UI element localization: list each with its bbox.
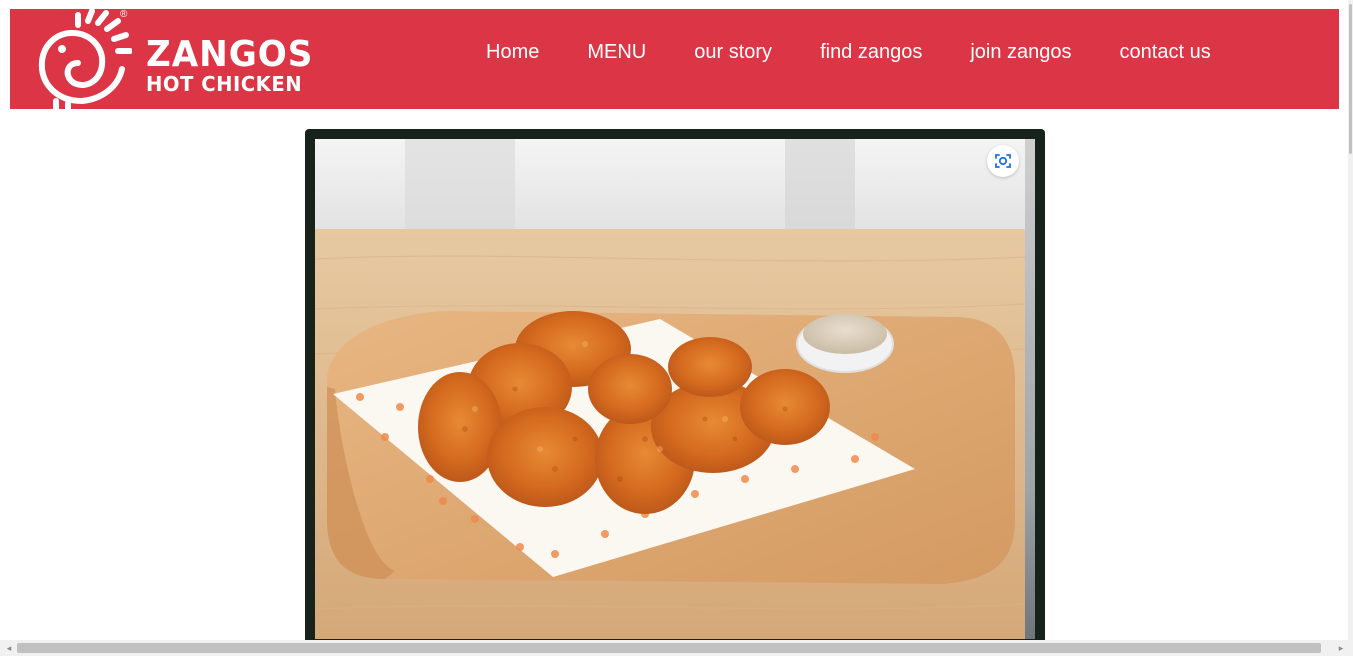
site-header: ® ZANGOS HOT CHICKEN Home MENU our story… xyxy=(10,9,1339,109)
nav-contact-us[interactable]: contact us xyxy=(1120,39,1211,65)
vertical-scroll-thumb[interactable] xyxy=(1349,4,1352,154)
hero-image-frame xyxy=(305,129,1045,649)
scroll-left-icon[interactable]: ◂ xyxy=(3,642,15,654)
fried-chicken-photo xyxy=(315,139,1025,639)
brand-tagline: HOT CHICKEN xyxy=(146,72,303,96)
main-nav: Home MENU our story find zangos join zan… xyxy=(486,39,1211,65)
nav-join-zangos[interactable]: join zangos xyxy=(970,39,1071,65)
registered-mark: ® xyxy=(120,9,128,20)
brand-name: ZANGOS xyxy=(146,34,314,75)
nav-find-zangos[interactable]: find zangos xyxy=(820,39,922,65)
horizontal-scroll-thumb[interactable] xyxy=(17,643,1321,653)
photo-edge xyxy=(1025,139,1035,639)
nav-our-story[interactable]: our story xyxy=(694,39,772,65)
rooster-logo-icon xyxy=(38,9,132,109)
visual-search-button[interactable] xyxy=(987,145,1019,177)
scroll-right-icon[interactable]: ▸ xyxy=(1335,642,1347,654)
fried-chicken-image xyxy=(315,139,1025,639)
visual-search-icon xyxy=(995,154,1011,168)
page: ® ZANGOS HOT CHICKEN Home MENU our story… xyxy=(0,0,1353,656)
nav-home[interactable]: Home xyxy=(486,39,539,65)
nav-menu[interactable]: MENU xyxy=(587,39,646,65)
brand-wordmark: ZANGOS HOT CHICKEN xyxy=(146,34,322,96)
brand-logo[interactable]: ® ZANGOS HOT CHICKEN xyxy=(32,9,312,109)
